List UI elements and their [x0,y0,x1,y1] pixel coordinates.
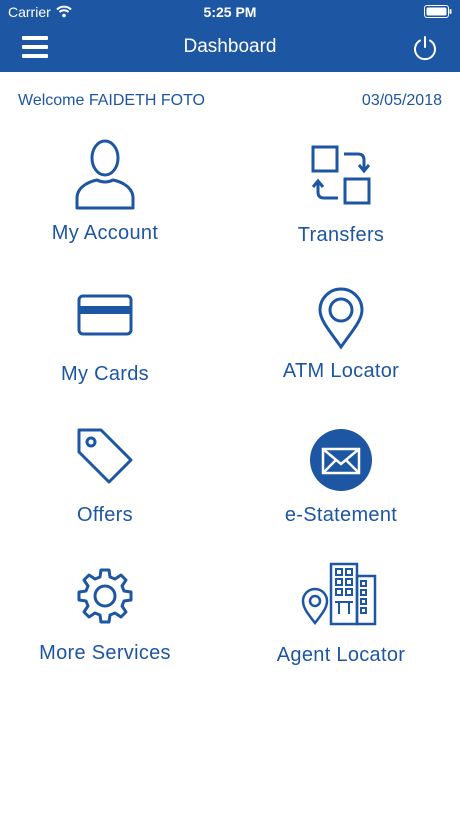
tile-offers[interactable]: Offers [0,426,210,546]
credit-card-icon [77,294,133,336]
tile-label: Transfers [297,224,385,246]
welcome-text: Welcome FAIDETH FOTO [18,92,205,109]
status-bar: Carrier 5:25 PM [0,0,460,24]
tile-e-statement[interactable]: e-Statement [236,428,446,548]
envelope-icon [310,429,372,491]
tile-label: Agent Locator [276,644,406,666]
tile-agent-locator[interactable]: Agent Locator [236,562,446,682]
page-title: Dashboard [183,36,277,57]
tile-label: Offers [77,504,133,526]
tile-label: More Services [39,642,171,664]
building-pin-icon [301,562,377,626]
tile-atm-locator[interactable]: ATM Locator [236,286,446,406]
price-tag-icon [77,428,133,484]
tile-more-services[interactable]: More Services [0,566,210,686]
power-icon[interactable] [412,35,438,61]
status-time: 5:25 PM [203,4,257,20]
map-pin-icon [318,287,364,350]
tile-label: My Account [51,222,159,244]
tile-label: My Cards [61,363,149,385]
battery-icon [424,5,452,18]
tile-label: e-Statement [284,504,398,526]
nav-bar: Dashboard [0,24,460,72]
tile-my-cards[interactable]: My Cards [0,290,210,410]
transfer-arrows-icon [311,145,371,205]
tile-my-account[interactable]: My Account [0,138,210,258]
user-icon [75,139,135,210]
tile-transfers[interactable]: Transfers [236,138,446,258]
gear-icon [77,568,133,624]
tile-label: ATM Locator [282,360,400,382]
date-text: 03/05/2018 [361,92,442,109]
